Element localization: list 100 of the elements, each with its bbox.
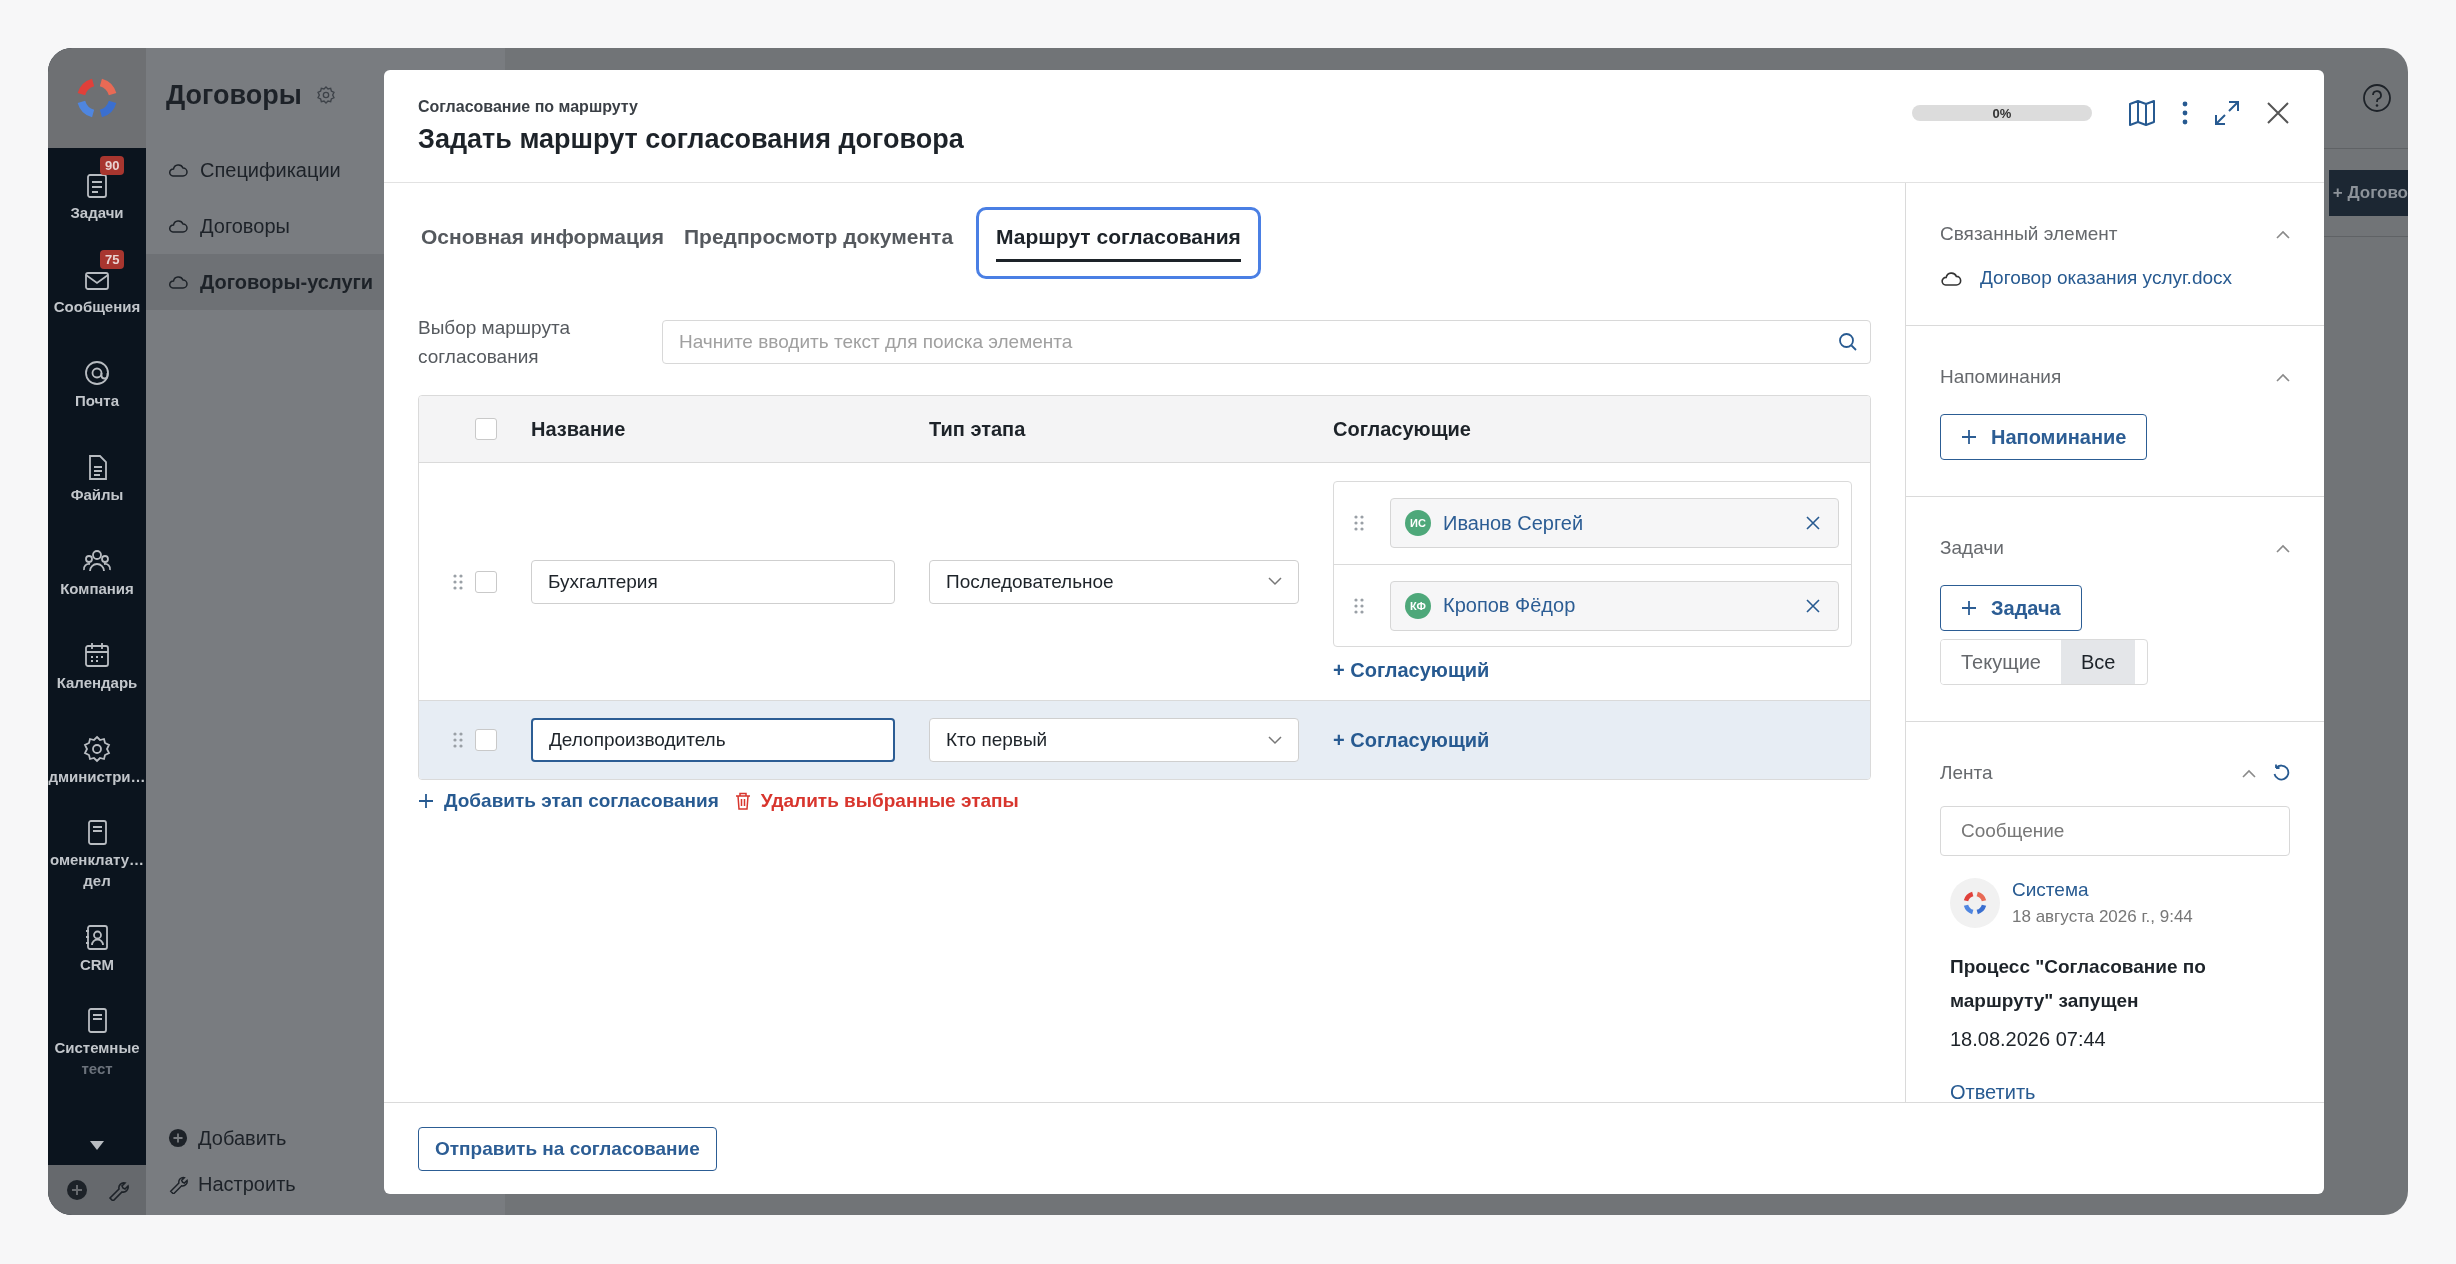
close-icon[interactable] — [1806, 516, 1820, 530]
map-icon[interactable] — [2128, 100, 2156, 126]
sidebar-label: Почта — [75, 391, 119, 409]
close-icon[interactable] — [1806, 598, 1820, 613]
sidebar-label: CRM — [79, 955, 115, 973]
sidebar-label: Компания — [60, 579, 134, 597]
search-icon[interactable] — [1838, 332, 1858, 352]
trash-icon — [734, 792, 751, 810]
sidebar-item[interactable]: 75 Сообщения — [48, 242, 146, 336]
caret-down-icon[interactable] — [90, 1140, 104, 1150]
close-icon[interactable] — [2266, 101, 2290, 125]
add-stage-link[interactable]: Добавить этап согласования — [418, 790, 719, 812]
expand-icon[interactable] — [2214, 100, 2240, 126]
plus-icon — [1961, 429, 1977, 445]
approver-chip[interactable]: КФ Кропов Фёдор — [1390, 580, 1839, 631]
sidebar-item[interactable]: Календарь — [48, 618, 146, 712]
drag-handle-icon[interactable] — [1354, 515, 1364, 531]
reply-link[interactable]: Ответить — [1950, 1081, 2036, 1102]
dialog-subtitle: Согласование по маршруту — [418, 97, 639, 116]
document-link[interactable]: Договор оказания услуг.docx — [1940, 267, 2290, 289]
gear-icon — [82, 733, 112, 764]
column-header: Название — [531, 417, 627, 441]
timestamp: 18 августа 2026 г., 9:44 — [2012, 907, 2193, 927]
filter-toggle[interactable]: Все — [2060, 640, 2136, 684]
column-header: Согласующие — [1333, 417, 1472, 441]
sidebar-item[interactable]: 90 Задачи — [48, 148, 146, 242]
plus-icon — [418, 793, 434, 809]
search-field[interactable]: Начните вводить текст для поиска элемента — [662, 320, 1871, 364]
chevron-up-icon[interactable] — [2242, 768, 2256, 778]
cloud-icon — [168, 163, 188, 177]
progress-label: 0% — [1991, 105, 2013, 121]
name-field[interactable]: Бухгалтерия — [531, 559, 895, 604]
sidebar-item[interactable]: дминистри… — [48, 712, 146, 806]
add-task-button[interactable]: Задача — [1940, 585, 2082, 631]
wrench-icon[interactable] — [106, 1179, 129, 1201]
name-field[interactable]: Делопроизводитель — [531, 718, 895, 762]
sidebar-label: тест — [81, 1060, 113, 1077]
message-field[interactable]: Сообщение — [1940, 806, 2290, 856]
section-title: Договоры — [166, 79, 302, 111]
chevron-up-icon[interactable] — [2276, 543, 2290, 553]
chevron-up-icon[interactable] — [2276, 372, 2290, 382]
sidebar-label: дел — [83, 872, 111, 889]
add-reminder-button[interactable]: Напоминание — [1940, 414, 2148, 460]
sidebar-item[interactable]: CRM — [48, 900, 146, 994]
wrench-icon — [168, 1174, 188, 1194]
sidebar-item[interactable]: Компания — [48, 524, 146, 618]
create-button[interactable]: + Догово — [2328, 169, 2408, 216]
count-badge: 75 — [100, 250, 125, 269]
sidebar-item[interactable]: оменклату… дел — [48, 806, 146, 900]
chevron-down-icon — [1268, 577, 1282, 586]
stage-type-select[interactable]: Последовательное — [929, 559, 1299, 604]
section-title: Связанный элемент — [1940, 223, 2118, 245]
section-title: Напоминания — [1940, 366, 2062, 388]
sidebar-item[interactable]: Системные тест — [48, 994, 146, 1088]
stage-type-select[interactable]: Кто первый — [929, 718, 1299, 762]
avatar: ИС — [1405, 510, 1431, 536]
refresh-icon[interactable] — [2272, 764, 2290, 782]
chevron-up-icon[interactable] — [2276, 229, 2290, 239]
gear-icon[interactable] — [315, 85, 336, 105]
feed-message: Процесс "Согласование по маршруту" запущен — [1950, 955, 2207, 1013]
plus-icon — [1961, 600, 1977, 616]
drag-handle-icon[interactable] — [453, 573, 463, 590]
approver-chip[interactable]: ИС Иванов Сергей — [1390, 498, 1839, 548]
sidebar-item[interactable]: Файлы — [48, 430, 146, 524]
author-link[interactable]: Система — [2012, 879, 2193, 901]
checkbox[interactable] — [475, 729, 497, 751]
field-label: Выбор маршрута согласования — [418, 316, 571, 369]
sidebar-label: дминистри… — [48, 767, 146, 785]
more-icon[interactable] — [2182, 101, 2188, 125]
add-approver-link[interactable]: + Согласующий — [1333, 659, 1490, 682]
sidebar-label: Календарь — [56, 673, 138, 691]
sidebar-item[interactable]: Почта — [48, 336, 146, 430]
sidebar-label: оменклату… — [49, 851, 145, 868]
drag-handle-icon[interactable] — [1354, 597, 1364, 614]
checkbox[interactable] — [475, 570, 497, 593]
tab[interactable]: Маршрут согласования — [976, 207, 1261, 279]
sidebar-label: Файлы — [70, 485, 124, 503]
sidebar-label: Задачи — [70, 203, 124, 221]
cloud-icon — [168, 275, 188, 289]
tab[interactable]: Предпросмотр документа — [680, 207, 971, 279]
chevron-down-icon — [1268, 735, 1282, 745]
add-approver-link[interactable]: + Согласующий — [1333, 728, 1490, 752]
section-title: Задачи — [1940, 537, 2004, 559]
column-header: Тип этапа — [929, 417, 1027, 441]
avatar: КФ — [1405, 592, 1431, 619]
plus-circle-icon[interactable] — [65, 1179, 88, 1201]
delete-stages-link[interactable]: Удалить выбранные этапы — [734, 790, 1019, 812]
submit-button[interactable]: Отправить на согласование — [418, 1126, 717, 1171]
help-icon[interactable] — [2362, 83, 2392, 113]
sidebar-label: Сообщения — [53, 297, 141, 315]
count-badge: 90 — [100, 156, 125, 175]
dialog-title: Задать маршрут согласования договора — [418, 123, 964, 155]
plus-circle-icon — [168, 1128, 188, 1148]
section-title: Лента — [1940, 762, 1993, 784]
sidebar-label: Системные — [54, 1039, 140, 1056]
checkbox[interactable] — [475, 418, 497, 440]
feed-date: 18.08.2026 07:44 — [1950, 1028, 2107, 1051]
cloud-icon — [168, 219, 188, 233]
cloud-icon — [1940, 270, 1962, 286]
drag-handle-icon[interactable] — [453, 732, 463, 748]
